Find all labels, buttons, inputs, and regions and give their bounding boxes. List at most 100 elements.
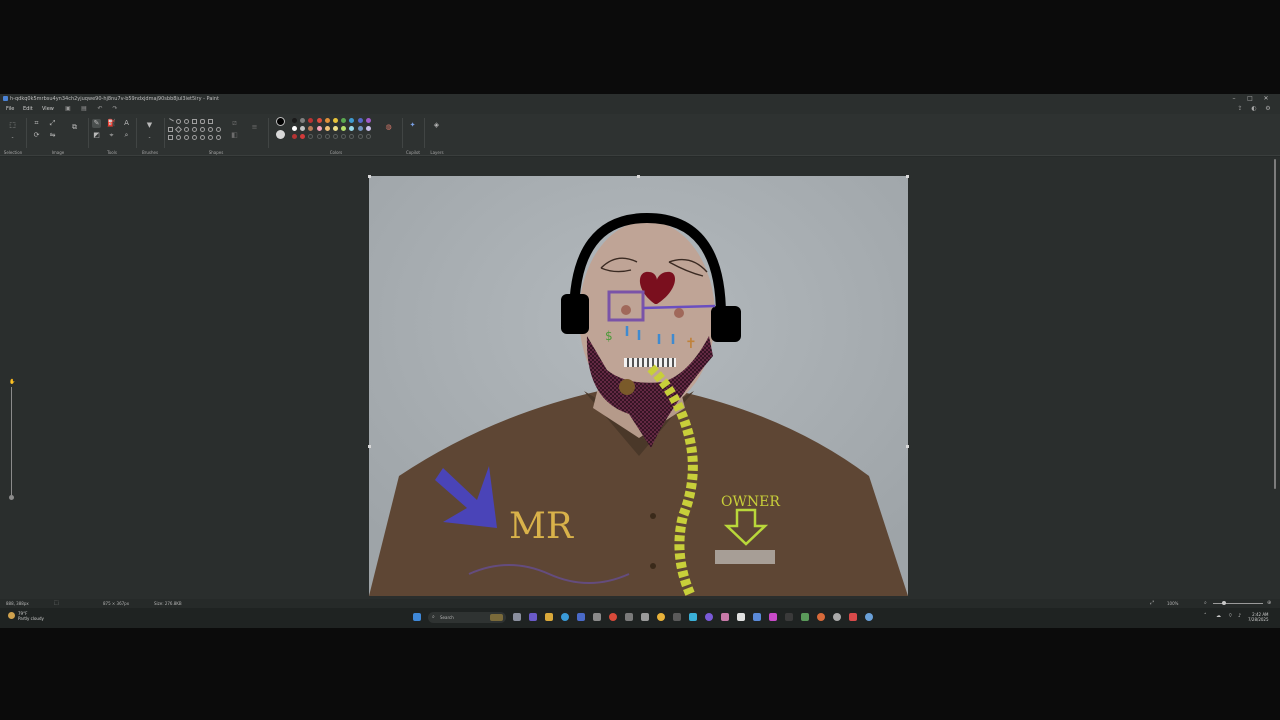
hexagon-shape-icon[interactable]: [192, 127, 197, 132]
app-icon-gray[interactable]: [625, 613, 633, 621]
zoom-in-icon[interactable]: ⊕: [1267, 599, 1271, 608]
menu-file[interactable]: File: [6, 104, 14, 114]
tray-cloud-icon[interactable]: ☁: [1216, 613, 1221, 619]
app-icon-shield[interactable]: [753, 613, 761, 621]
color-swatch[interactable]: [365, 126, 371, 131]
print-icon[interactable]: ▤: [81, 106, 87, 112]
text-icon[interactable]: A: [122, 119, 131, 128]
edge-browser-icon[interactable]: [561, 613, 569, 621]
tray-chevron-icon[interactable]: ˄: [1204, 613, 1207, 619]
color-swatch[interactable]: [292, 126, 297, 131]
edit-colors-icon[interactable]: ◍: [384, 123, 393, 132]
app-icon-light[interactable]: [641, 613, 649, 621]
triangle-shape-icon[interactable]: [216, 119, 221, 124]
secondary-color-swatch[interactable]: [276, 130, 285, 139]
heart-shape-icon[interactable]: [208, 135, 213, 140]
curve-shape-icon[interactable]: [176, 119, 181, 124]
outline-icon[interactable]: ⧄: [230, 119, 239, 128]
start-windows-icon[interactable]: [413, 613, 421, 621]
brush-dropdown-icon[interactable]: ⌄: [145, 132, 154, 141]
app-icon-red-square[interactable]: [849, 613, 857, 621]
arrow-down-shape-icon[interactable]: [168, 135, 173, 140]
color-swatch[interactable]: [333, 118, 338, 123]
color-swatch[interactable]: [333, 126, 338, 131]
callout-shape-icon[interactable]: [200, 135, 205, 140]
fit-window-icon[interactable]: ⤢: [1150, 599, 1154, 608]
magnifier-icon[interactable]: ⌕: [122, 131, 131, 140]
shape-size-icon[interactable]: ≡: [250, 123, 259, 132]
tray-volume-icon[interactable]: ♪: [1238, 613, 1241, 619]
eraser-icon[interactable]: ◩: [92, 131, 101, 140]
app-icon-pink[interactable]: [721, 613, 729, 621]
canvas-resize-handle[interactable]: [637, 175, 640, 178]
app-icon-circle[interactable]: [833, 613, 841, 621]
star-six-shape-icon[interactable]: [192, 135, 197, 140]
account-icon[interactable]: ◐: [1250, 105, 1258, 113]
hand-icon[interactable]: ✋: [9, 379, 15, 385]
color-swatch[interactable]: [292, 118, 297, 123]
rectangle-shape-icon[interactable]: [192, 119, 197, 124]
file-explorer-icon[interactable]: [545, 613, 553, 621]
app-icon-red[interactable]: [609, 613, 617, 621]
zoom-rail-knob[interactable]: [9, 495, 14, 500]
flip-icon[interactable]: ⇋: [48, 131, 57, 140]
color-swatch[interactable]: [324, 134, 330, 139]
color-swatch[interactable]: [316, 126, 322, 131]
lightning-shape-icon[interactable]: [216, 135, 221, 140]
canvas-resize-handle[interactable]: [906, 175, 909, 178]
canvas-resize-handle[interactable]: [368, 445, 371, 448]
minimize-button[interactable]: –: [1227, 94, 1241, 104]
select-dropdown-icon[interactable]: ⌄: [8, 132, 17, 141]
color-swatch[interactable]: [365, 118, 371, 123]
layers-icon[interactable]: ◈: [432, 121, 441, 130]
color-swatch[interactable]: [324, 126, 330, 131]
redo-icon[interactable]: ↷: [112, 106, 118, 112]
arrow-left-shape-icon[interactable]: [208, 127, 213, 132]
drawing-canvas[interactable]: $ ✝ MR OWNER: [369, 176, 908, 596]
zoom-out-icon[interactable]: ⌕: [1204, 599, 1207, 608]
zoom-rail-track[interactable]: [11, 387, 12, 495]
zoom-level-readout[interactable]: 100%: [1167, 599, 1178, 608]
color-picker-icon[interactable]: ⌖: [107, 131, 116, 140]
terminal-icon[interactable]: [785, 613, 793, 621]
color-swatch[interactable]: [316, 134, 322, 139]
save-icon[interactable]: ▣: [65, 106, 71, 112]
brush-icon[interactable]: ▼: [145, 121, 154, 130]
store-icon[interactable]: [577, 613, 585, 621]
close-button[interactable]: ✕: [1259, 94, 1273, 104]
copilot-taskbar-icon[interactable]: [529, 613, 537, 621]
chrome-icon[interactable]: [657, 613, 665, 621]
weather-widget[interactable]: 79°F Partly cloudy: [8, 611, 44, 621]
line-shape-icon[interactable]: [167, 118, 174, 125]
firefox-icon[interactable]: [817, 613, 825, 621]
pentagon-shape-icon[interactable]: [184, 127, 189, 132]
app-icon-blue[interactable]: [689, 613, 697, 621]
taskbar-clock[interactable]: 2:42 AM 7/28/2025: [1248, 612, 1269, 622]
star-four-shape-icon[interactable]: [176, 135, 181, 140]
crop-icon[interactable]: ⌗: [32, 119, 41, 128]
menu-view[interactable]: View: [42, 104, 54, 114]
color-swatch[interactable]: [357, 118, 363, 123]
app-icon-magenta[interactable]: [769, 613, 777, 621]
rounded-rect-shape-icon[interactable]: [200, 119, 205, 124]
fill-icon[interactable]: ◧: [230, 131, 239, 140]
resize-icon[interactable]: ⤢: [48, 119, 57, 128]
oval-shape-icon[interactable]: [184, 119, 189, 124]
color-swatch[interactable]: [292, 134, 297, 139]
app-icon-dark[interactable]: [673, 613, 681, 621]
image-select-icon[interactable]: ⧉: [70, 123, 79, 132]
select-rectangle-icon[interactable]: ⬚: [8, 121, 17, 130]
taskbar-search-box[interactable]: ⌕ Search: [428, 612, 506, 623]
color-swatch[interactable]: [357, 126, 363, 131]
color-swatch[interactable]: [357, 134, 363, 139]
canvas-resize-handle[interactable]: [368, 175, 371, 178]
tray-wifi-icon[interactable]: ⌔: [1228, 613, 1233, 619]
diamond-shape-icon[interactable]: [174, 125, 183, 134]
copilot-icon[interactable]: ✦: [408, 121, 417, 130]
app-icon-white[interactable]: [737, 613, 745, 621]
menu-edit[interactable]: Edit: [23, 104, 33, 114]
app-icon-purple[interactable]: [705, 613, 713, 621]
task-view-icon[interactable]: [513, 613, 521, 621]
maximize-button[interactable]: □: [1243, 94, 1257, 104]
color-swatch[interactable]: [365, 134, 371, 139]
